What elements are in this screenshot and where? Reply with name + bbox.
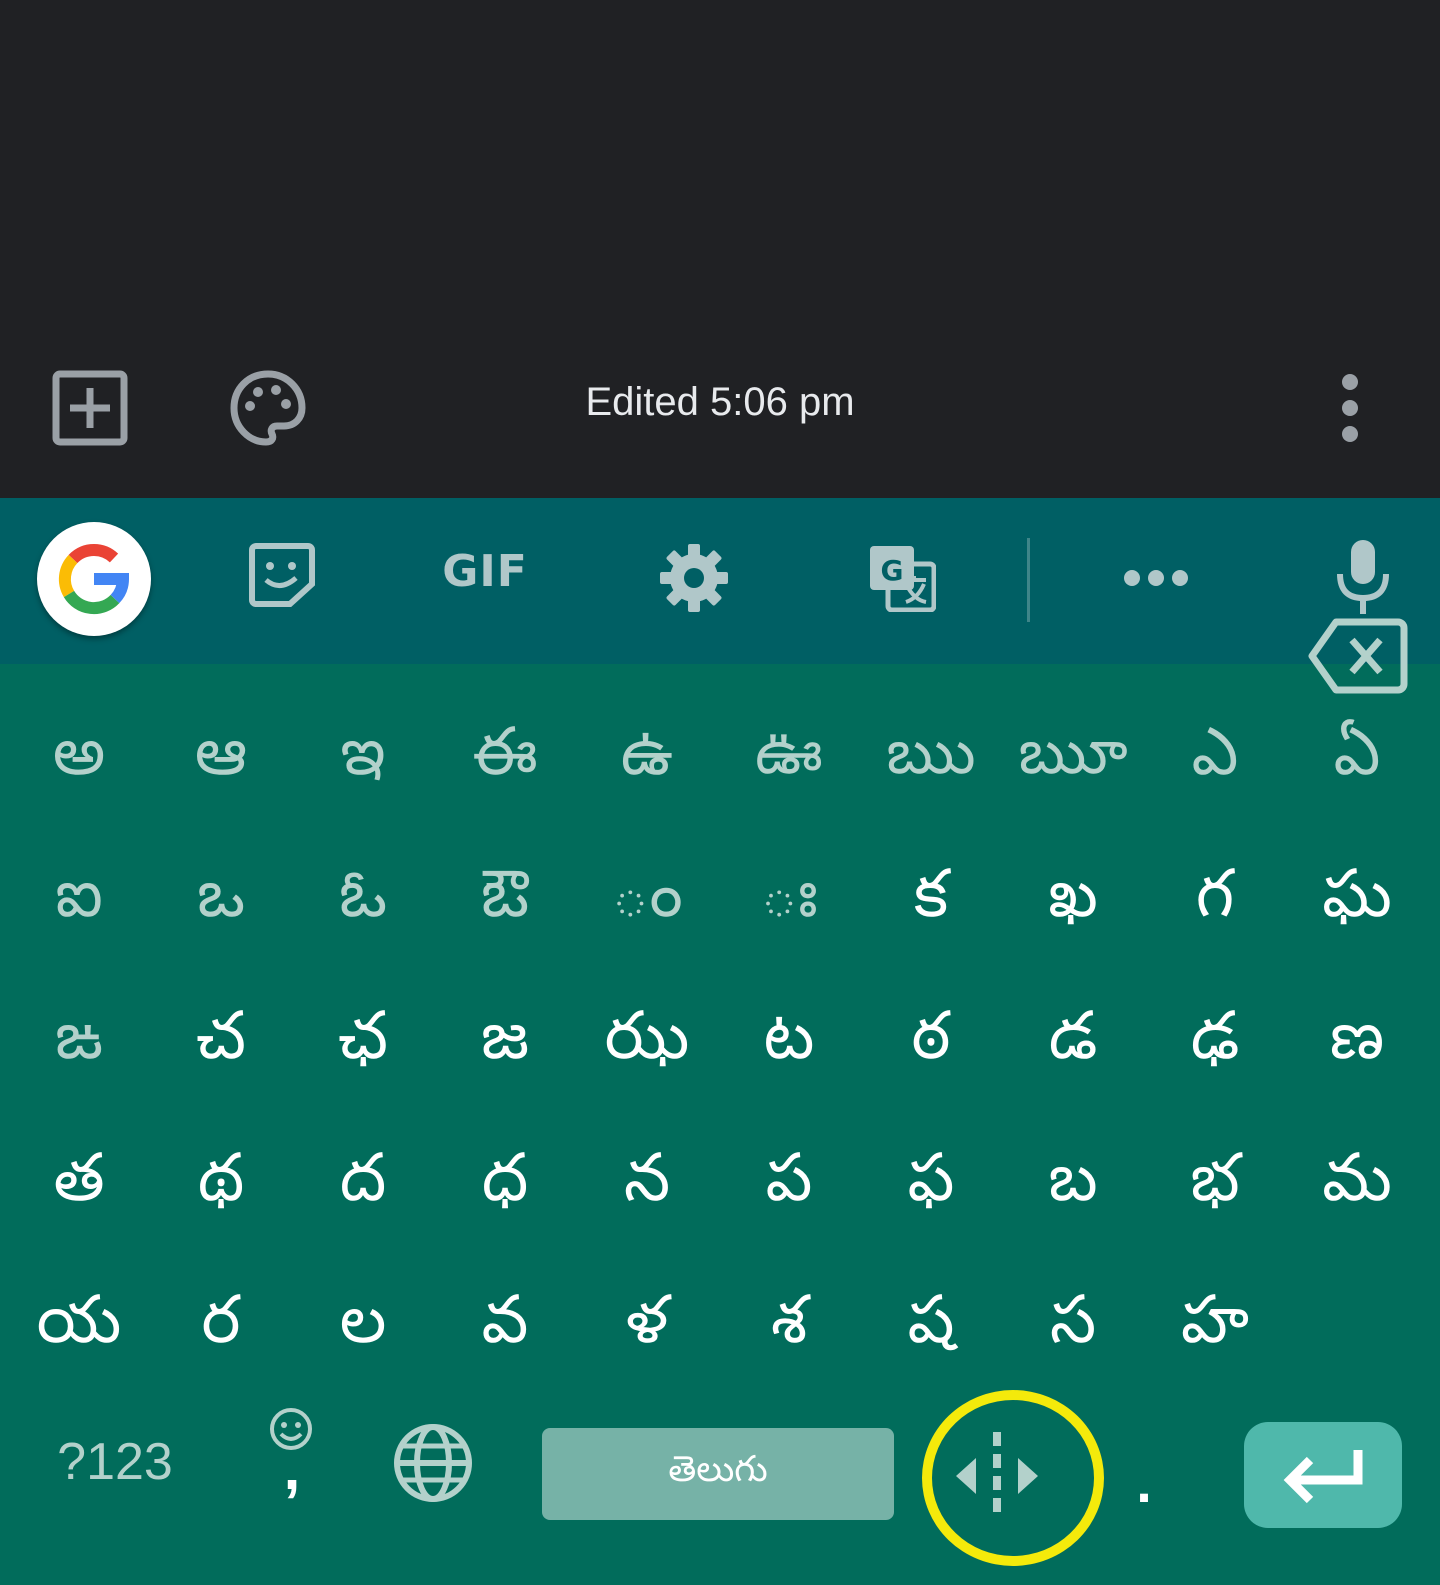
globe-icon[interactable] (392, 1422, 474, 1504)
key[interactable]: ఖ (1002, 830, 1144, 972)
key[interactable]: ళ (576, 1256, 718, 1398)
key[interactable]: ఛ (292, 972, 434, 1114)
key[interactable]: త (8, 1114, 150, 1256)
enter-key[interactable] (1244, 1422, 1402, 1528)
key-row-5: య ర ల వ ళ శ ష స హ (0, 1256, 1440, 1398)
key[interactable]: ఉ (576, 688, 718, 830)
key[interactable]: ధ (434, 1114, 576, 1256)
key[interactable]: ౠ (1002, 688, 1144, 830)
key[interactable]: గ (1144, 830, 1286, 972)
key[interactable]: ఎ (1144, 688, 1286, 830)
key[interactable]: అ (8, 688, 150, 830)
gif-button[interactable]: GIF (430, 546, 540, 597)
key-row-4: త థ ద ధ న ప ఫ బ భ మ (0, 1114, 1440, 1256)
key[interactable]: ఐ (8, 830, 150, 972)
google-search-button[interactable] (37, 522, 151, 636)
settings-gear-icon[interactable] (658, 542, 730, 614)
cursor-control-icon[interactable] (952, 1428, 1042, 1524)
key[interactable]: ఫ (860, 1114, 1002, 1256)
key[interactable]: ఇ (292, 688, 434, 830)
key[interactable]: బ (1002, 1114, 1144, 1256)
svg-text:G: G (881, 554, 904, 587)
more-horiz-icon[interactable] (1122, 566, 1190, 590)
key[interactable]: శ (718, 1256, 860, 1398)
key[interactable]: ఝ (576, 972, 718, 1114)
key[interactable]: ఆ (150, 688, 292, 830)
key[interactable]: భ (1144, 1114, 1286, 1256)
palette-icon[interactable] (228, 368, 308, 448)
key[interactable]: ఒ (150, 830, 292, 972)
note-bottom-bar: Edited 5:06 pm (0, 350, 1440, 470)
key[interactable]: ర (150, 1256, 292, 1398)
key[interactable]: ఈ (434, 688, 576, 830)
key[interactable]: ఠ (860, 972, 1002, 1114)
key-row-2: ఐ ఒ ఓ ఔ ◌ం ◌ః క ఖ గ ఘ (0, 830, 1440, 972)
key[interactable]: ఋ (860, 688, 1002, 830)
key[interactable]: ఓ (292, 830, 434, 972)
edited-timestamp: Edited 5:06 pm (585, 380, 855, 424)
space-bar[interactable]: తెలుగు (542, 1428, 894, 1520)
comma-key[interactable]: , (270, 1434, 314, 1503)
key[interactable]: జ (434, 972, 576, 1114)
key[interactable]: ఢ (1144, 972, 1286, 1114)
microphone-icon[interactable] (1334, 538, 1392, 616)
keyboard-toolbar: GIF G (0, 498, 1440, 664)
key[interactable]: ఔ (434, 830, 576, 972)
key[interactable]: వ (434, 1256, 576, 1398)
key[interactable]: డ (1002, 972, 1144, 1114)
key[interactable]: న (576, 1114, 718, 1256)
key[interactable]: ఏ (1286, 688, 1428, 830)
key[interactable]: ల (292, 1256, 434, 1398)
key[interactable]: ట (718, 972, 860, 1114)
key[interactable]: క (860, 830, 1002, 972)
key[interactable]: ద (292, 1114, 434, 1256)
key-row-3: ఙ చ ఛ జ ఝ ట ఠ డ ఢ ణ (0, 972, 1440, 1114)
enter-arrow-icon (1283, 1450, 1363, 1504)
translate-icon[interactable]: G (868, 544, 937, 613)
key[interactable]: ఘ (1286, 830, 1428, 972)
key[interactable]: ఊ (718, 688, 860, 830)
key[interactable]: హ (1144, 1256, 1286, 1398)
key[interactable]: మ (1286, 1114, 1428, 1256)
key[interactable]: ష (860, 1256, 1002, 1398)
google-g-icon (58, 544, 130, 615)
note-area[interactable]: Edited 5:06 pm (0, 0, 1440, 498)
key[interactable]: ◌ం (576, 830, 718, 972)
key[interactable]: స (1002, 1256, 1144, 1398)
key[interactable]: ◌ః (718, 830, 860, 972)
key[interactable]: ణ (1286, 972, 1428, 1114)
key[interactable]: ప (718, 1114, 860, 1256)
backspace-icon[interactable] (1308, 616, 1408, 696)
more-vert-icon[interactable] (1318, 372, 1382, 444)
keyboard-bottom-row: ?123 , తెలుగు . (0, 1390, 1440, 1585)
key-row-1: అ ఆ ఇ ఈ ఉ ఊ ఋ ౠ ఎ ఏ (0, 688, 1440, 830)
key[interactable]: థ (150, 1114, 292, 1256)
period-key[interactable]: . (1124, 1450, 1164, 1515)
symbols-key[interactable]: ?123 (40, 1432, 190, 1492)
add-box-icon[interactable] (52, 370, 128, 446)
sticker-icon[interactable] (248, 542, 316, 608)
toolbar-divider (1027, 538, 1030, 622)
key[interactable]: య (8, 1256, 150, 1398)
key[interactable]: చ (150, 972, 292, 1114)
key[interactable]: ఙ (8, 972, 150, 1114)
